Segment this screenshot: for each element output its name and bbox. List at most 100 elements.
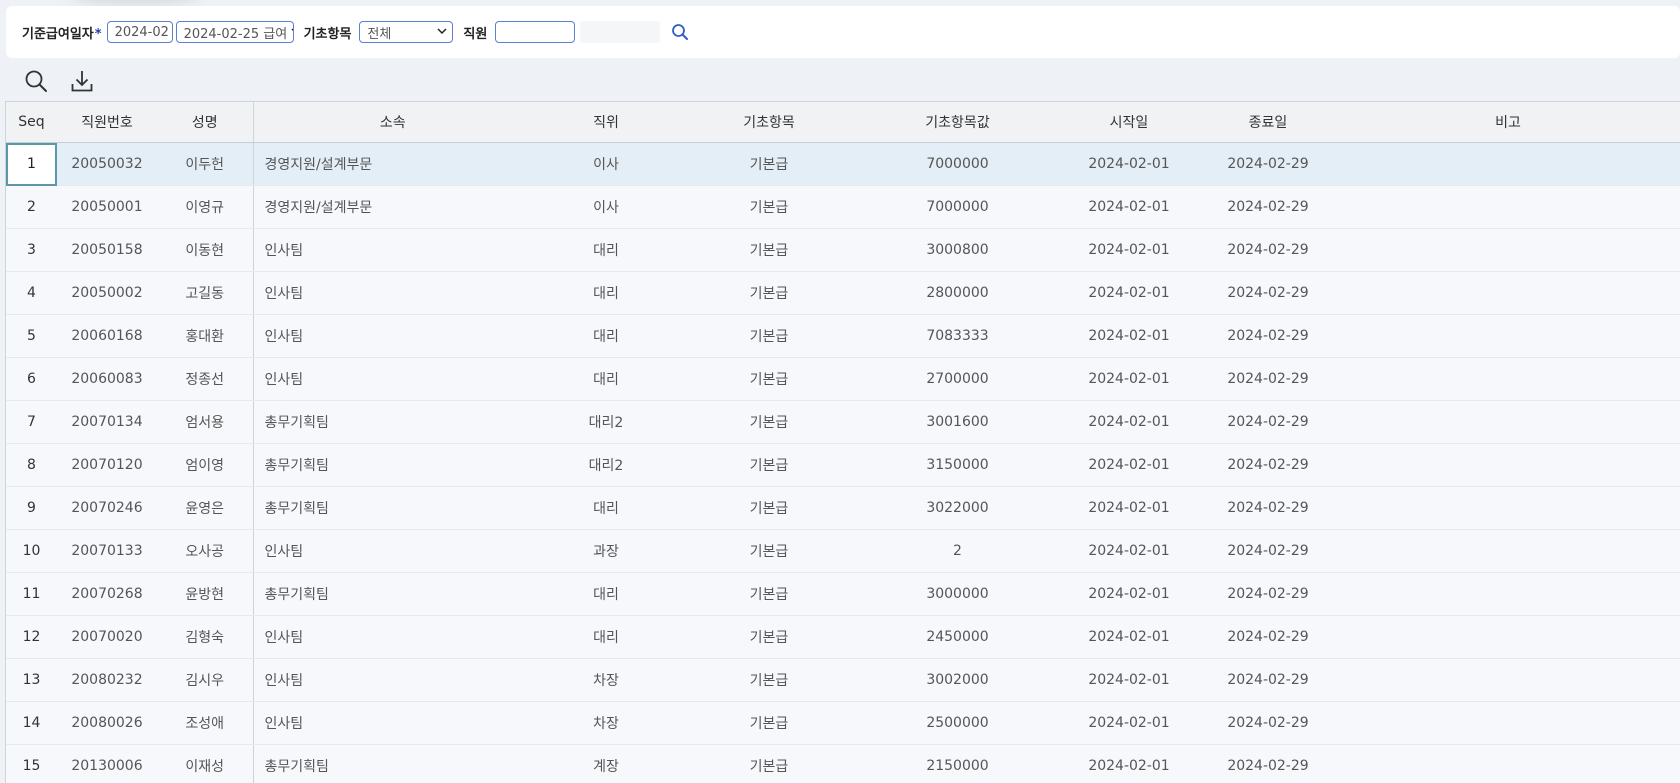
cell-end[interactable]: 2024-02-29 (1201, 745, 1335, 783)
cell-position[interactable]: 대리 (532, 272, 680, 315)
cell-seq[interactable]: 15 (6, 745, 57, 783)
cell-dept[interactable]: 인사팀 (253, 659, 532, 702)
cell-name[interactable]: 이영규 (157, 186, 253, 229)
cell-item-value[interactable]: 2450000 (858, 616, 1057, 659)
cell-seq[interactable]: 11 (6, 573, 57, 616)
cell-position[interactable]: 대리2 (532, 444, 680, 487)
cell-name[interactable]: 고길동 (157, 272, 253, 315)
cell-item[interactable]: 기본급 (680, 186, 858, 229)
cell-end[interactable]: 2024-02-29 (1201, 444, 1335, 487)
cell-name[interactable]: 이동현 (157, 229, 253, 272)
table-row[interactable]: 620060083정종선인사팀대리기본급27000002024-02-01202… (6, 358, 1680, 401)
cell-emp-no[interactable]: 20070133 (57, 530, 157, 573)
cell-emp-no[interactable]: 20080026 (57, 702, 157, 745)
table-row[interactable]: 820070120엄이영총무기획팀대리2기본급31500002024-02-01… (6, 444, 1680, 487)
cell-dept[interactable]: 인사팀 (253, 272, 532, 315)
cell-position[interactable]: 대리 (532, 616, 680, 659)
cell-dept[interactable]: 총무기획팀 (253, 444, 532, 487)
cell-note[interactable] (1335, 745, 1680, 783)
col-header-start[interactable]: 시작일 (1057, 102, 1201, 143)
cell-seq[interactable]: 10 (6, 530, 57, 573)
col-header-position[interactable]: 직위 (532, 102, 680, 143)
cell-start[interactable]: 2024-02-01 (1057, 315, 1201, 358)
table-row[interactable]: 120050032이두헌경영지원/설계부문이사기본급70000002024-02… (6, 143, 1680, 186)
pay-date-select[interactable]: 2024-02-25 급여 (176, 21, 294, 43)
cell-item-value[interactable]: 2 (858, 530, 1057, 573)
cell-emp-no[interactable]: 20050158 (57, 229, 157, 272)
cell-note[interactable] (1335, 616, 1680, 659)
cell-note[interactable] (1335, 444, 1680, 487)
cell-seq[interactable]: 7 (6, 401, 57, 444)
cell-note[interactable] (1335, 530, 1680, 573)
cell-start[interactable]: 2024-02-01 (1057, 229, 1201, 272)
cell-start[interactable]: 2024-02-01 (1057, 702, 1201, 745)
cell-end[interactable]: 2024-02-29 (1201, 659, 1335, 702)
cell-note[interactable] (1335, 272, 1680, 315)
cell-item[interactable]: 기본급 (680, 358, 858, 401)
cell-position[interactable]: 과장 (532, 530, 680, 573)
cell-start[interactable]: 2024-02-01 (1057, 186, 1201, 229)
col-header-name[interactable]: 성명 (157, 102, 253, 143)
cell-seq[interactable]: 4 (6, 272, 57, 315)
cell-end[interactable]: 2024-02-29 (1201, 315, 1335, 358)
cell-name[interactable]: 이재성 (157, 745, 253, 783)
item-select[interactable]: 전체 (359, 21, 453, 43)
cell-emp-no[interactable]: 20060083 (57, 358, 157, 401)
cell-emp-no[interactable]: 20050002 (57, 272, 157, 315)
cell-note[interactable] (1335, 573, 1680, 616)
cell-note[interactable] (1335, 143, 1680, 186)
col-header-item-value[interactable]: 기초항목값 (858, 102, 1057, 143)
cell-item[interactable]: 기본급 (680, 616, 858, 659)
cell-dept[interactable]: 총무기획팀 (253, 401, 532, 444)
cell-emp-no[interactable]: 20130006 (57, 745, 157, 783)
cell-name[interactable]: 엄서용 (157, 401, 253, 444)
cell-item-value[interactable]: 7000000 (858, 143, 1057, 186)
cell-position[interactable]: 이사 (532, 143, 680, 186)
table-row[interactable]: 420050002고길동인사팀대리기본급28000002024-02-01202… (6, 272, 1680, 315)
filter-search-button[interactable] (669, 21, 691, 43)
cell-start[interactable]: 2024-02-01 (1057, 745, 1201, 783)
cell-end[interactable]: 2024-02-29 (1201, 358, 1335, 401)
cell-position[interactable]: 대리 (532, 487, 680, 530)
cell-seq[interactable]: 12 (6, 616, 57, 659)
cell-dept[interactable]: 인사팀 (253, 530, 532, 573)
cell-position[interactable]: 이사 (532, 186, 680, 229)
cell-seq[interactable]: 9 (6, 487, 57, 530)
cell-position[interactable]: 계장 (532, 745, 680, 783)
cell-note[interactable] (1335, 487, 1680, 530)
table-row[interactable]: 220050001이영규경영지원/설계부문이사기본급70000002024-02… (6, 186, 1680, 229)
cell-end[interactable]: 2024-02-29 (1201, 143, 1335, 186)
cell-position[interactable]: 대리2 (532, 401, 680, 444)
cell-item-value[interactable]: 3150000 (858, 444, 1057, 487)
cell-note[interactable] (1335, 315, 1680, 358)
cell-start[interactable]: 2024-02-01 (1057, 530, 1201, 573)
cell-item[interactable]: 기본급 (680, 702, 858, 745)
cell-item-value[interactable]: 3001600 (858, 401, 1057, 444)
cell-name[interactable]: 윤영은 (157, 487, 253, 530)
month-picker[interactable]: 2024-02 (107, 21, 173, 43)
cell-item[interactable]: 기본급 (680, 229, 858, 272)
grid-search-button[interactable] (22, 68, 50, 94)
cell-item[interactable]: 기본급 (680, 444, 858, 487)
cell-dept[interactable]: 인사팀 (253, 315, 532, 358)
cell-end[interactable]: 2024-02-29 (1201, 401, 1335, 444)
cell-start[interactable]: 2024-02-01 (1057, 444, 1201, 487)
cell-position[interactable]: 대리 (532, 358, 680, 401)
cell-item-value[interactable]: 3022000 (858, 487, 1057, 530)
cell-dept[interactable]: 인사팀 (253, 702, 532, 745)
cell-name[interactable]: 엄이영 (157, 444, 253, 487)
cell-note[interactable] (1335, 401, 1680, 444)
table-row[interactable]: 720070134엄서용총무기획팀대리2기본급30016002024-02-01… (6, 401, 1680, 444)
table-row[interactable]: 1420080026조성애인사팀차장기본급25000002024-02-0120… (6, 702, 1680, 745)
cell-seq[interactable]: 2 (6, 186, 57, 229)
cell-item-value[interactable]: 2700000 (858, 358, 1057, 401)
cell-item-value[interactable]: 3002000 (858, 659, 1057, 702)
cell-item-value[interactable]: 2500000 (858, 702, 1057, 745)
table-row[interactable]: 920070246윤영은총무기획팀대리기본급30220002024-02-012… (6, 487, 1680, 530)
cell-item-value[interactable]: 7000000 (858, 186, 1057, 229)
cell-seq[interactable]: 14 (6, 702, 57, 745)
cell-item[interactable]: 기본급 (680, 315, 858, 358)
cell-start[interactable]: 2024-02-01 (1057, 143, 1201, 186)
cell-position[interactable]: 대리 (532, 229, 680, 272)
cell-start[interactable]: 2024-02-01 (1057, 659, 1201, 702)
